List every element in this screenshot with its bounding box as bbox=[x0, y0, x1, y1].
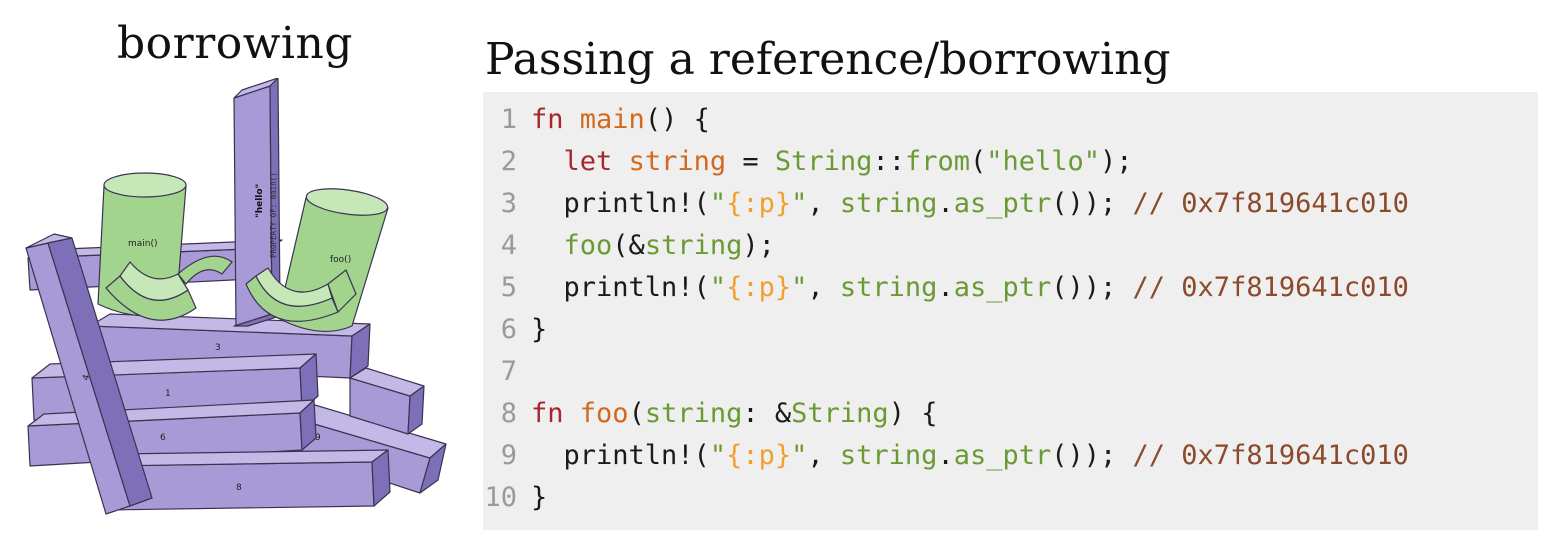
code-line-6: 6} bbox=[483, 310, 548, 350]
code-block: 1 fn main() {2 let string = String::from(… bbox=[483, 92, 1538, 530]
line-number: 8 bbox=[500, 398, 517, 429]
code-token: string bbox=[839, 440, 938, 471]
code-token: string bbox=[628, 146, 727, 177]
code-token: String bbox=[774, 146, 873, 177]
beam-6-label: 6 bbox=[160, 433, 166, 443]
code-token: string bbox=[644, 398, 743, 429]
code-token: ); bbox=[742, 230, 775, 261]
code-line-2: 2 let string = String::from("hello"); bbox=[483, 142, 1133, 182]
beam-8-label: 8 bbox=[236, 483, 242, 493]
line-number: 6 bbox=[500, 314, 517, 345]
pillar-owner-label: PROPERTY OF: main() bbox=[269, 172, 278, 258]
code-token: // 0x7f819641c010 bbox=[1132, 272, 1409, 303]
code-token: println!( bbox=[531, 272, 710, 303]
code-token: ); bbox=[1100, 146, 1133, 177]
beam-8: 8 bbox=[104, 449, 391, 511]
code-token: :: bbox=[872, 146, 905, 177]
code-token: from bbox=[904, 146, 970, 177]
right-title: Passing a reference/borrowing bbox=[485, 34, 1171, 85]
code-token: " bbox=[791, 440, 808, 471]
beam-3-label: 3 bbox=[215, 343, 221, 353]
code-token: , bbox=[807, 272, 840, 303]
code-token: {:p} bbox=[726, 440, 792, 471]
code-token: , bbox=[807, 188, 840, 219]
code-token: " bbox=[709, 272, 727, 303]
code-token: main bbox=[579, 104, 645, 135]
line-number: 3 bbox=[500, 188, 517, 219]
code-token: foo bbox=[579, 398, 629, 429]
code-token: {:p} bbox=[726, 272, 792, 303]
code-token: foo bbox=[563, 230, 613, 261]
code-token: " bbox=[791, 272, 808, 303]
code-token: // 0x7f819641c010 bbox=[1132, 440, 1409, 471]
code-token: " bbox=[709, 188, 727, 219]
code-token: fn bbox=[531, 104, 564, 135]
code-line-4: 4 foo(&string); bbox=[483, 226, 775, 266]
pillar-hello-label: "hello" bbox=[255, 184, 265, 218]
line-number: 2 bbox=[500, 146, 517, 177]
code-token: String bbox=[791, 398, 889, 429]
code-token: as_ptr bbox=[953, 188, 1052, 219]
line-number: 4 bbox=[500, 230, 517, 261]
code-token: ( bbox=[969, 146, 987, 177]
code-line-1: 1 fn main() { bbox=[483, 100, 710, 140]
code-line-10: 10} bbox=[483, 478, 547, 518]
code-token: . bbox=[937, 272, 954, 303]
code-line-3: 3 println!("{:p}", string.as_ptr()); // … bbox=[483, 184, 1409, 224]
code-token: : & bbox=[742, 398, 792, 429]
beam-1-label: 1 bbox=[165, 389, 171, 399]
code-token: println!( bbox=[531, 188, 710, 219]
code-token: . bbox=[937, 440, 954, 471]
code-line-8: 8 fn foo(string: &String) { bbox=[483, 394, 938, 434]
code-token: "hello" bbox=[986, 146, 1101, 177]
borrowing-illustration: 3 9 1 6 8 4 "hello" PROPERTY OF: main() … bbox=[25, 78, 447, 515]
code-token: string bbox=[644, 230, 743, 261]
code-token: ) { bbox=[888, 398, 938, 429]
code-token: , bbox=[807, 440, 840, 471]
code-token: = bbox=[726, 146, 775, 177]
code-token: let bbox=[563, 146, 613, 177]
code-token: fn bbox=[531, 398, 564, 429]
code-token: ( bbox=[628, 398, 645, 429]
code-token: ()); bbox=[1051, 272, 1133, 303]
code-token: // 0x7f819641c010 bbox=[1132, 188, 1409, 219]
code-line-7: 7 bbox=[483, 352, 531, 392]
main-cup-label: main() bbox=[128, 239, 158, 249]
code-token: as_ptr bbox=[953, 272, 1052, 303]
code-token: " bbox=[709, 440, 727, 471]
code-token: {:p} bbox=[726, 188, 792, 219]
line-number: 7 bbox=[500, 356, 517, 387]
code-token: } bbox=[531, 314, 548, 345]
code-token: string bbox=[839, 272, 938, 303]
code-token: string bbox=[839, 188, 938, 219]
code-token: (& bbox=[612, 230, 645, 261]
code-token: println!( bbox=[531, 440, 710, 471]
code-token: " bbox=[791, 188, 808, 219]
code-token: . bbox=[937, 188, 954, 219]
foo-cup-label: foo() bbox=[330, 255, 351, 265]
left-title: borrowing bbox=[117, 18, 353, 69]
code-line-5: 5 println!("{:p}", string.as_ptr()); // … bbox=[483, 268, 1409, 308]
code-token: ()); bbox=[1051, 440, 1133, 471]
code-line-9: 9 println!("{:p}", string.as_ptr()); // … bbox=[483, 436, 1409, 476]
line-number: 9 bbox=[500, 440, 517, 471]
line-number: 5 bbox=[500, 272, 517, 303]
code-token: as_ptr bbox=[953, 440, 1052, 471]
code-token: () { bbox=[644, 104, 710, 135]
line-number: 1 bbox=[500, 104, 517, 135]
code-token: } bbox=[531, 482, 548, 513]
line-number: 10 bbox=[484, 482, 517, 513]
code-token: ()); bbox=[1051, 188, 1133, 219]
